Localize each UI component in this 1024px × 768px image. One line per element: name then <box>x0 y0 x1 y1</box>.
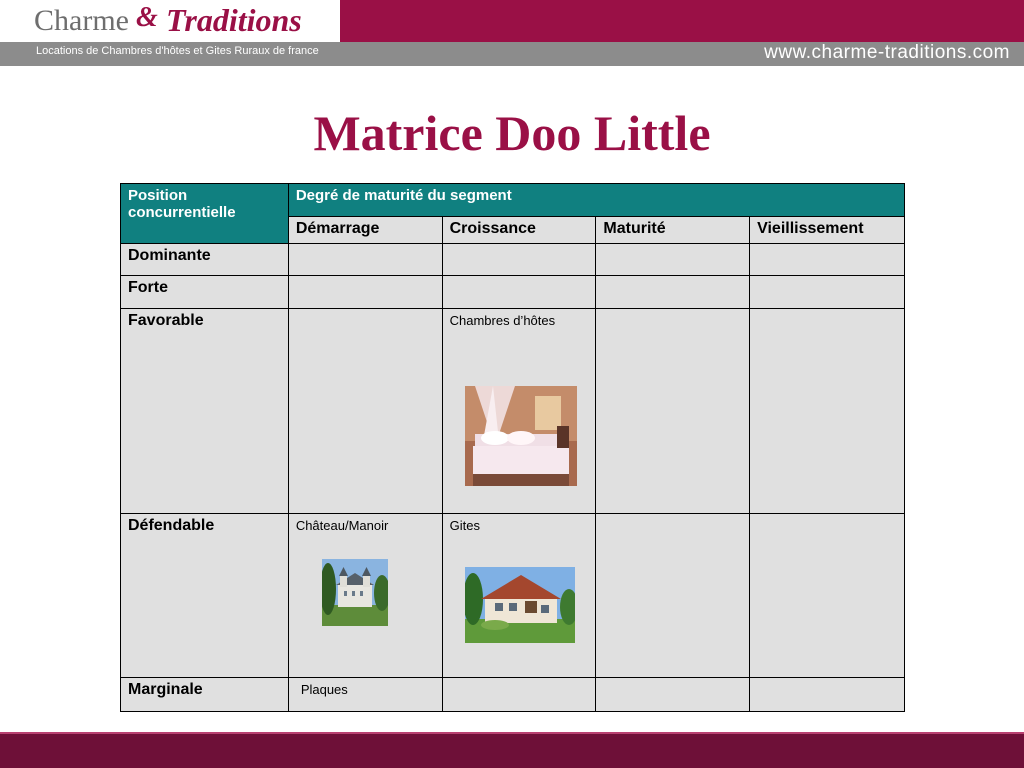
table-cell <box>441 243 597 276</box>
table-cell <box>595 308 751 514</box>
column-header-maturite: Maturité <box>595 216 751 244</box>
bedroom-photo <box>464 386 577 486</box>
table-cell <box>749 243 905 276</box>
table-cell <box>441 677 597 712</box>
header-tagline: Locations de Chambres d'hôtes et Gites R… <box>36 45 319 57</box>
table-cell <box>441 275 597 309</box>
column-header-demarrage: Démarrage <box>287 216 443 244</box>
row-label-dominante: Dominante <box>120 243 289 276</box>
table-cell-plaques: Plaques <box>287 677 443 712</box>
table-cell <box>287 243 443 276</box>
table-cell <box>749 275 905 309</box>
cell-text-chateau: Château/Manoir <box>295 518 389 533</box>
table-cell-gites: Gites <box>441 513 597 678</box>
cell-text-plaques: Plaques <box>300 682 348 697</box>
table-cell <box>595 275 751 309</box>
table-cell-chambres: Chambres d’hôtes <box>441 308 597 514</box>
table-cell <box>287 275 443 309</box>
table-cell <box>749 513 905 678</box>
row-label-marginale: Marginale <box>120 677 289 712</box>
row-label-forte: Forte <box>120 275 289 309</box>
table-cell <box>287 308 443 514</box>
row-label-defendable: Défendable <box>120 513 289 678</box>
chateau-photo <box>321 559 388 626</box>
website-link[interactable]: www.charme-traditions.com <box>764 42 1010 64</box>
column-header-croissance: Croissance <box>441 216 597 244</box>
maturity-group-header: Degré de maturité du segment <box>287 183 906 217</box>
table-row: Marginale Plaques <box>120 677 905 712</box>
footer-band <box>0 734 1024 768</box>
cell-text-gites: Gites <box>449 518 480 533</box>
gites-photo <box>464 567 575 643</box>
logo-charme-text: Charme <box>34 4 129 37</box>
table-row: Dominante <box>120 243 905 276</box>
doo-little-matrix: Position concurrentielle Degré de maturi… <box>120 183 906 712</box>
logo-traditions-text: Traditions <box>166 2 302 38</box>
table-cell <box>595 243 751 276</box>
table-cell-chateau: Château/Manoir <box>287 513 443 678</box>
header-banner: Charme & Traditions Locations de Chambre… <box>0 0 1024 66</box>
table-cell <box>595 513 751 678</box>
table-row: Défendable Château/Manoir Gites <box>120 513 905 678</box>
column-header-vieillissement: Vieillissement <box>749 216 905 244</box>
table-row: Forte <box>120 275 905 309</box>
table-row: Favorable Chambres d’hôtes <box>120 308 905 514</box>
page-title: Matrice Doo Little <box>313 105 711 161</box>
table-cell <box>595 677 751 712</box>
logo-ampersand: & <box>136 2 158 33</box>
table-cell <box>749 677 905 712</box>
table-cell <box>749 308 905 514</box>
corner-header: Position concurrentielle <box>120 183 289 244</box>
row-label-favorable: Favorable <box>120 308 289 514</box>
cell-text-chambres: Chambres d’hôtes <box>449 313 556 328</box>
